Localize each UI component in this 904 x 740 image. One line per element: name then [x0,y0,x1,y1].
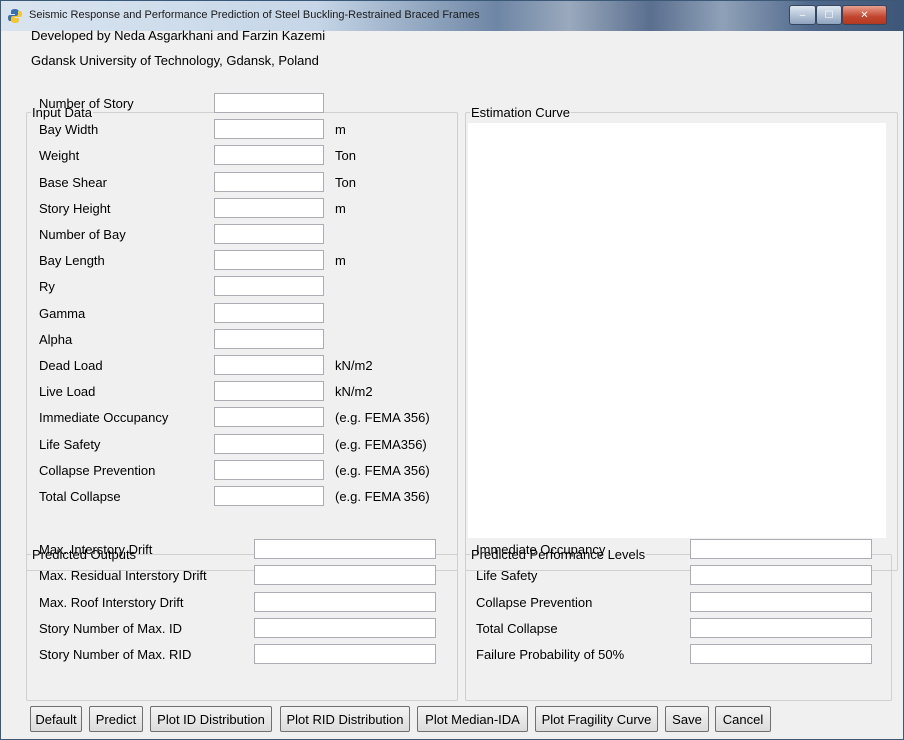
unit-life-safety: (e.g. FEMA356) [335,436,427,452]
label-number-of-story: Number of Story [39,96,134,111]
input-live-load[interactable] [214,381,324,402]
save-button[interactable]: Save [665,706,709,732]
label-bay-width: Bay Width [39,122,99,138]
affiliation-text: Gdansk University of Technology, Gdansk,… [31,53,319,68]
input-bay-length[interactable] [214,250,324,271]
input-number-of-bay[interactable] [214,224,324,244]
output-field-max-residual-interstory-drift[interactable] [254,565,436,586]
estimation-curve-plot-area [468,123,886,538]
default-button[interactable]: Default [30,706,82,732]
level-field-total-collapse[interactable] [690,617,872,638]
level-label-failure-probability-of-50: Failure Probability of 50% [476,647,625,663]
level-field-immediate-occupancy[interactable] [690,539,872,559]
python-app-icon [8,9,22,23]
input-base-shear[interactable] [214,171,324,192]
label-base-shear: Base Shear [39,174,107,190]
maximize-icon: ☐ [824,9,834,21]
app-window: Seismic Response and Performance Predict… [0,0,904,740]
output-label-max-interstory-drift: Max. Interstory Drift [39,542,153,557]
output-label-story-number-of-max-rid: Story Number of Max. RID [39,647,192,663]
cancel-button[interactable]: Cancel [715,706,771,732]
label-dead-load: Dead Load [39,358,103,373]
output-label-max-residual-interstory-drift: Max. Residual Interstory Drift [39,568,207,584]
output-label-max-roof-interstory-drift: Max. Roof Interstory Drift [39,594,184,610]
plot-median-ida-button[interactable]: Plot Median-IDA [417,706,528,732]
label-bay-length: Bay Length [39,253,105,269]
unit-total-collapse: (e.g. FEMA 356) [335,489,430,504]
unit-weight: Ton [335,148,356,164]
label-ry: Ry [39,279,55,295]
input-life-safety[interactable] [214,433,324,454]
predict-button[interactable]: Predict [89,706,143,732]
estimation-curve-legend: Estimation Curve [471,105,570,120]
close-icon: ✕ [860,9,869,21]
plot-id-distribution-button[interactable]: Plot ID Distribution [150,706,272,732]
level-label-total-collapse: Total Collapse [476,620,558,636]
unit-live-load: kN/m2 [335,384,373,400]
output-field-story-number-of-max-rid[interactable] [254,644,436,665]
input-bay-width[interactable] [214,119,324,140]
output-field-max-interstory-drift[interactable] [254,539,436,559]
unit-dead-load: kN/m2 [335,358,373,373]
level-label-immediate-occupancy: Immediate Occupancy [476,542,606,557]
output-label-story-number-of-max-id: Story Number of Max. ID [39,620,183,636]
label-weight: Weight [39,148,80,164]
unit-bay-length: m [335,253,346,269]
unit-story-height: m [335,200,346,216]
label-live-load: Live Load [39,384,96,400]
output-field-max-roof-interstory-drift[interactable] [254,591,436,612]
unit-bay-width: m [335,122,346,138]
window-title: Seismic Response and Performance Predict… [29,9,480,21]
label-total-collapse: Total Collapse [39,489,121,504]
maximize-button[interactable]: ☐ [816,5,842,25]
output-field-story-number-of-max-id[interactable] [254,617,436,638]
level-label-life-safety: Life Safety [476,568,538,584]
input-alpha[interactable] [214,328,324,349]
input-collapse-prevention[interactable] [214,459,324,480]
close-button[interactable]: ✕ [842,5,887,25]
plot-rid-distribution-button[interactable]: Plot RID Distribution [280,706,410,732]
label-story-height: Story Height [39,200,111,216]
input-number-of-story[interactable] [214,93,324,113]
input-immediate-occupancy[interactable] [214,407,324,428]
input-ry[interactable] [214,276,324,297]
label-immediate-occupancy: Immediate Occupancy [39,410,169,426]
unit-immediate-occupancy: (e.g. FEMA 356) [335,410,430,426]
level-field-failure-probability-of-50[interactable] [690,644,872,665]
title-bar[interactable]: Seismic Response and Performance Predict… [1,1,903,31]
minimize-icon: – [799,9,806,21]
input-total-collapse[interactable] [214,486,324,506]
developers-text: Developed by Neda Asgarkhani and Farzin … [31,28,326,43]
unit-collapse-prevention: (e.g. FEMA 356) [335,462,430,478]
label-collapse-prevention: Collapse Prevention [39,462,156,478]
plot-fragility-curve-button[interactable]: Plot Fragility Curve [535,706,658,732]
minimize-button[interactable]: – [789,5,816,25]
label-life-safety: Life Safety [39,436,101,452]
level-field-collapse-prevention[interactable] [690,591,872,612]
label-gamma: Gamma [39,305,86,321]
label-alpha: Alpha [39,331,73,347]
level-field-life-safety[interactable] [690,565,872,586]
unit-base-shear: Ton [335,174,356,190]
label-number-of-bay: Number of Bay [39,227,126,242]
level-label-collapse-prevention: Collapse Prevention [476,594,593,610]
input-gamma[interactable] [214,302,324,323]
input-weight[interactable] [214,145,324,166]
input-story-height[interactable] [214,197,324,218]
input-dead-load[interactable] [214,355,324,375]
